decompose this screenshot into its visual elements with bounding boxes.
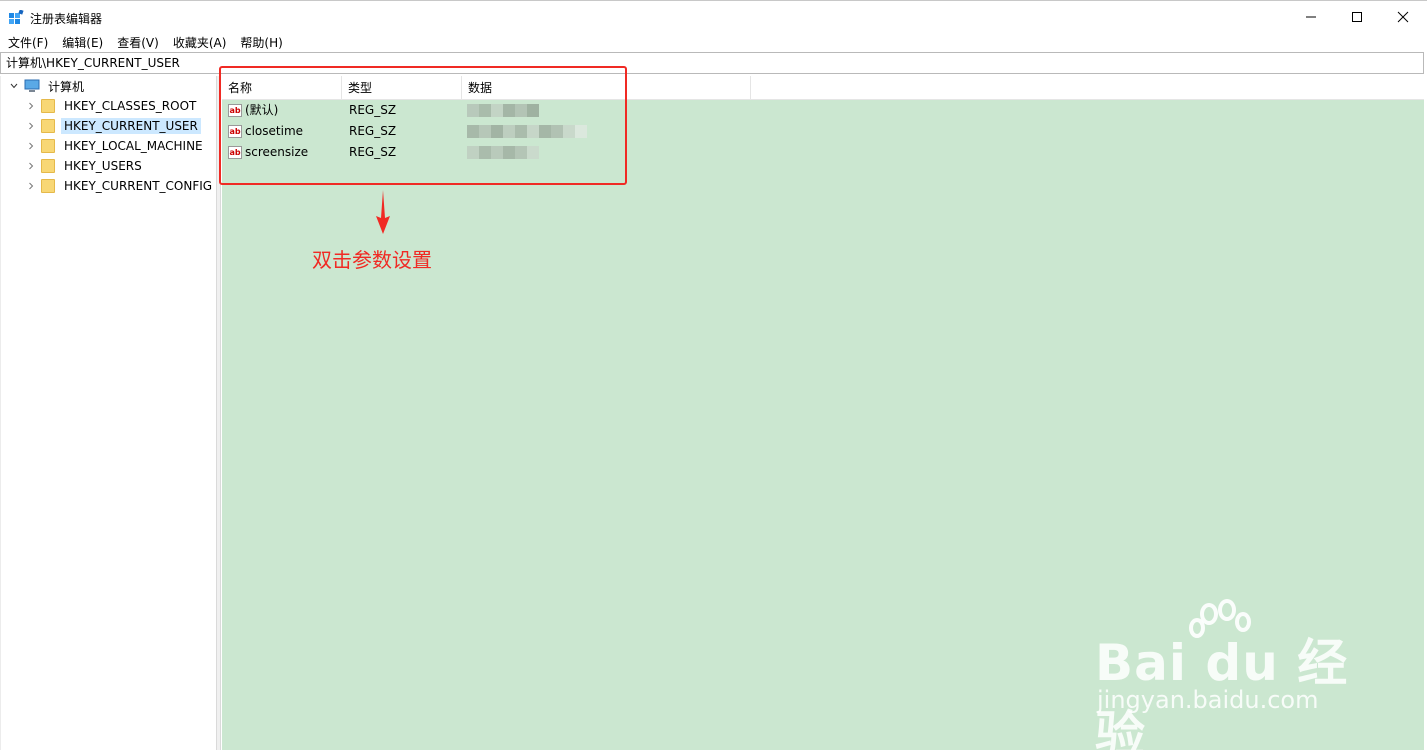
tree-item-computer[interactable]: 计算机 <box>8 76 87 96</box>
watermark-url: jingyan.baidu.com <box>1097 686 1319 714</box>
maximize-button[interactable] <box>1334 1 1380 33</box>
chevron-right-icon[interactable] <box>25 160 37 172</box>
tree-item-label: HKEY_LOCAL_MACHINE <box>64 139 203 153</box>
arrow-down-icon <box>376 190 390 234</box>
menu-view[interactable]: 查看(V) <box>117 34 159 51</box>
registry-editor-icon <box>9 10 24 24</box>
menu-bar: 文件(F) 编辑(E) 查看(V) 收藏夹(A) 帮助(H) <box>0 32 1427 52</box>
annotation-highlight-box <box>219 66 627 185</box>
key-tree: 计算机 HKEY_CLASSES_ROOT HKEY_CURRENT_USER … <box>0 76 217 750</box>
tree-item-label: HKEY_CLASSES_ROOT <box>64 99 197 113</box>
computer-icon <box>24 79 40 92</box>
tree-item-hkey-local-machine[interactable]: HKEY_LOCAL_MACHINE <box>25 136 206 156</box>
baidu-jingyan-watermark: Bai du 经验 jingyan.baidu.com <box>1095 598 1355 750</box>
chevron-right-icon[interactable] <box>25 180 37 192</box>
menu-edit[interactable]: 编辑(E) <box>62 34 103 51</box>
tree-item-label-selected: HKEY_CURRENT_USER <box>61 118 201 134</box>
tree-item-hkey-classes-root[interactable]: HKEY_CLASSES_ROOT <box>25 96 199 116</box>
chevron-right-icon[interactable] <box>25 120 37 132</box>
close-icon <box>1397 11 1409 23</box>
folder-icon <box>41 119 55 133</box>
tree-item-hkey-current-config[interactable]: HKEY_CURRENT_CONFIG <box>25 176 215 196</box>
title-bar: 注册表编辑器 <box>0 0 1427 32</box>
maximize-icon <box>1352 12 1362 22</box>
folder-icon <box>41 139 55 153</box>
minimize-icon <box>1306 16 1316 18</box>
chevron-down-icon[interactable] <box>8 80 20 92</box>
menu-help[interactable]: 帮助(H) <box>240 34 282 51</box>
menu-file[interactable]: 文件(F) <box>8 34 48 51</box>
close-button[interactable] <box>1380 1 1426 33</box>
address-bar[interactable]: 计算机\HKEY_CURRENT_USER <box>0 52 1424 74</box>
window-title: 注册表编辑器 <box>30 12 103 26</box>
folder-icon <box>41 159 55 173</box>
annotation-text: 双击参数设置 <box>312 248 432 272</box>
minimize-button[interactable] <box>1288 1 1334 33</box>
chevron-right-icon[interactable] <box>25 100 37 112</box>
chevron-right-icon[interactable] <box>25 140 37 152</box>
tree-item-label: HKEY_CURRENT_CONFIG <box>64 179 213 193</box>
tree-item-label: 计算机 <box>48 79 85 94</box>
folder-icon <box>41 179 55 193</box>
tree-item-hkey-current-user[interactable]: HKEY_CURRENT_USER <box>25 116 201 136</box>
menu-favorites[interactable]: 收藏夹(A) <box>173 34 227 51</box>
tree-item-hkey-users[interactable]: HKEY_USERS <box>25 156 145 176</box>
folder-icon <box>41 99 55 113</box>
tree-item-label: HKEY_USERS <box>64 159 142 173</box>
